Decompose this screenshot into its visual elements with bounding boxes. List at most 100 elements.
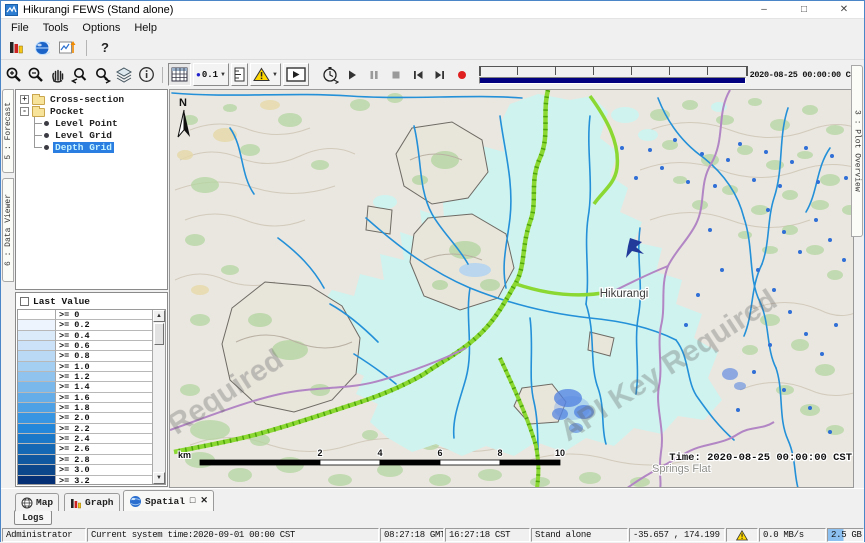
legend-row[interactable]: >= 0.8 [18, 351, 152, 361]
tab-maximize-icon[interactable]: □ [190, 496, 195, 506]
timeline-slider[interactable] [479, 62, 746, 88]
play-icon[interactable] [341, 64, 363, 86]
app-logo-icon [5, 4, 18, 16]
legend-row[interactable]: >= 2.8 [18, 455, 152, 465]
tab-spatial[interactable]: Spatial □ ✕ [123, 490, 214, 511]
legend-row[interactable]: >= 1.4 [18, 382, 152, 392]
legend-swatch [18, 372, 56, 382]
legend-row[interactable]: >= 2.0 [18, 413, 152, 423]
map-view: API Key Required API Key Required N km 2… [169, 89, 854, 488]
stop-icon[interactable] [385, 64, 407, 86]
legend-row[interactable]: >= 0 [18, 310, 152, 320]
last-value-label: Last Value [33, 296, 90, 307]
minimize-button[interactable]: – [744, 1, 784, 19]
legend-row[interactable]: >= 2.6 [18, 444, 152, 454]
scroll-down-icon[interactable]: ▼ [153, 472, 165, 484]
pan-icon[interactable] [47, 64, 69, 86]
layers-icon[interactable] [113, 64, 135, 86]
legend-row[interactable]: >= 2.2 [18, 424, 152, 434]
help-button[interactable]: ? [95, 40, 115, 55]
contour-value-dropdown[interactable]: ● 0.1 ▼ [193, 63, 229, 86]
tab-plot-overview[interactable]: 3 : Plot Overview [851, 65, 863, 237]
menu-options[interactable]: Options [75, 22, 127, 34]
tree-item-level-grid[interactable]: Level Grid [16, 129, 167, 141]
tab-data-viewer[interactable]: 6 : Data Viewer [2, 178, 14, 282]
status-user: Administrator [2, 528, 86, 542]
logs-button[interactable]: Logs [14, 510, 52, 525]
zoom-previous-icon[interactable] [69, 64, 91, 86]
legend-row[interactable]: >= 3.2 [18, 476, 152, 486]
timeline-bar[interactable] [479, 77, 746, 84]
tab-graph[interactable]: Graph [64, 493, 120, 511]
legend-swatch [18, 310, 56, 320]
title-bar: Hikurangi FEWS (Stand alone) – □ ✕ [1, 1, 864, 19]
close-button[interactable]: ✕ [824, 1, 864, 19]
tab-forecast[interactable]: 5 : Forecast [2, 89, 14, 173]
legend-row[interactable]: >= 2.4 [18, 434, 152, 444]
zoom-next-icon[interactable] [91, 64, 113, 86]
ruler-button[interactable] [231, 63, 248, 86]
time-series-chart-icon[interactable] [56, 38, 78, 58]
legend-row[interactable]: >= 1.0 [18, 362, 152, 372]
status-warning-cell[interactable] [726, 528, 758, 542]
legend-swatch [18, 341, 56, 351]
legend-row[interactable]: >= 1.8 [18, 403, 152, 413]
expander-icon[interactable]: + [20, 95, 29, 104]
legend-scrollbar[interactable]: ▲ ▼ [152, 310, 165, 484]
map-toolbar: ● 0.1 ▼ ▼ 2020-08-25 00:00:00 CST [1, 60, 864, 89]
node-icon [44, 145, 49, 150]
tree-item-cross-section[interactable]: +Cross-section [16, 93, 167, 105]
zoom-in-icon[interactable] [3, 64, 25, 86]
left-tab-strip: 5 : Forecast 6 : Data Viewer [1, 89, 15, 488]
legend-label: >= 1.0 [56, 362, 152, 372]
animation-button[interactable] [283, 63, 309, 86]
next-frame-icon[interactable] [429, 64, 451, 86]
thresholds-dropdown[interactable]: ▼ [250, 63, 281, 86]
pause-icon[interactable] [363, 64, 385, 86]
legend-row[interactable]: >= 0.4 [18, 331, 152, 341]
record-icon[interactable] [451, 64, 473, 86]
chevron-down-icon: ▼ [272, 72, 278, 78]
last-value-checkbox[interactable] [20, 297, 29, 306]
timer-icon[interactable] [319, 64, 341, 86]
zoom-out-icon[interactable] [25, 64, 47, 86]
legend-row[interactable]: >= 0.6 [18, 341, 152, 351]
legend-label: >= 2.0 [56, 413, 152, 423]
node-icon [44, 121, 49, 126]
grid-display-button[interactable] [168, 63, 191, 86]
maximize-button[interactable]: □ [784, 1, 824, 19]
legend-label: >= 0.2 [56, 320, 152, 330]
legend-label: >= 1.8 [56, 403, 152, 413]
tree-item-level-point[interactable]: Level Point [16, 117, 167, 129]
tree-panel: +Cross-section-PocketLevel PointLevel Gr… [15, 89, 168, 290]
map-canvas[interactable]: API Key Required API Key Required N km 2… [170, 90, 854, 488]
legend-row[interactable]: >= 0.2 [18, 320, 152, 330]
tree-item-depth-grid[interactable]: Depth Grid [16, 141, 167, 153]
menu-help[interactable]: Help [127, 22, 164, 34]
legend-row[interactable]: >= 1.2 [18, 372, 152, 382]
legend-label: >= 3.0 [56, 465, 152, 475]
tree-item-pocket[interactable]: -Pocket [16, 105, 167, 117]
archive-icon[interactable] [6, 38, 28, 58]
scale-bar-segments [200, 460, 560, 465]
timeline-tick [555, 67, 556, 75]
timeline-tick [631, 67, 632, 75]
scroll-up-icon[interactable]: ▲ [153, 310, 165, 322]
legend-swatch [18, 413, 56, 423]
previous-frame-icon[interactable] [407, 64, 429, 86]
map-display-globe-icon[interactable] [31, 38, 53, 58]
legend-row[interactable]: >= 1.6 [18, 393, 152, 403]
tab-map[interactable]: Map [15, 493, 59, 511]
legend-swatch [18, 362, 56, 372]
scroll-track[interactable] [153, 346, 165, 472]
menu-tools[interactable]: Tools [36, 22, 76, 34]
tree-connector [34, 141, 43, 153]
globe-wire-icon [21, 497, 33, 509]
warning-icon [253, 67, 270, 82]
tab-close-icon[interactable]: ✕ [200, 496, 208, 506]
menu-file[interactable]: File [4, 22, 36, 34]
legend-row[interactable]: >= 3.0 [18, 465, 152, 475]
info-icon[interactable] [135, 64, 157, 86]
expander-icon[interactable]: - [20, 107, 29, 116]
scroll-thumb[interactable] [154, 323, 164, 345]
